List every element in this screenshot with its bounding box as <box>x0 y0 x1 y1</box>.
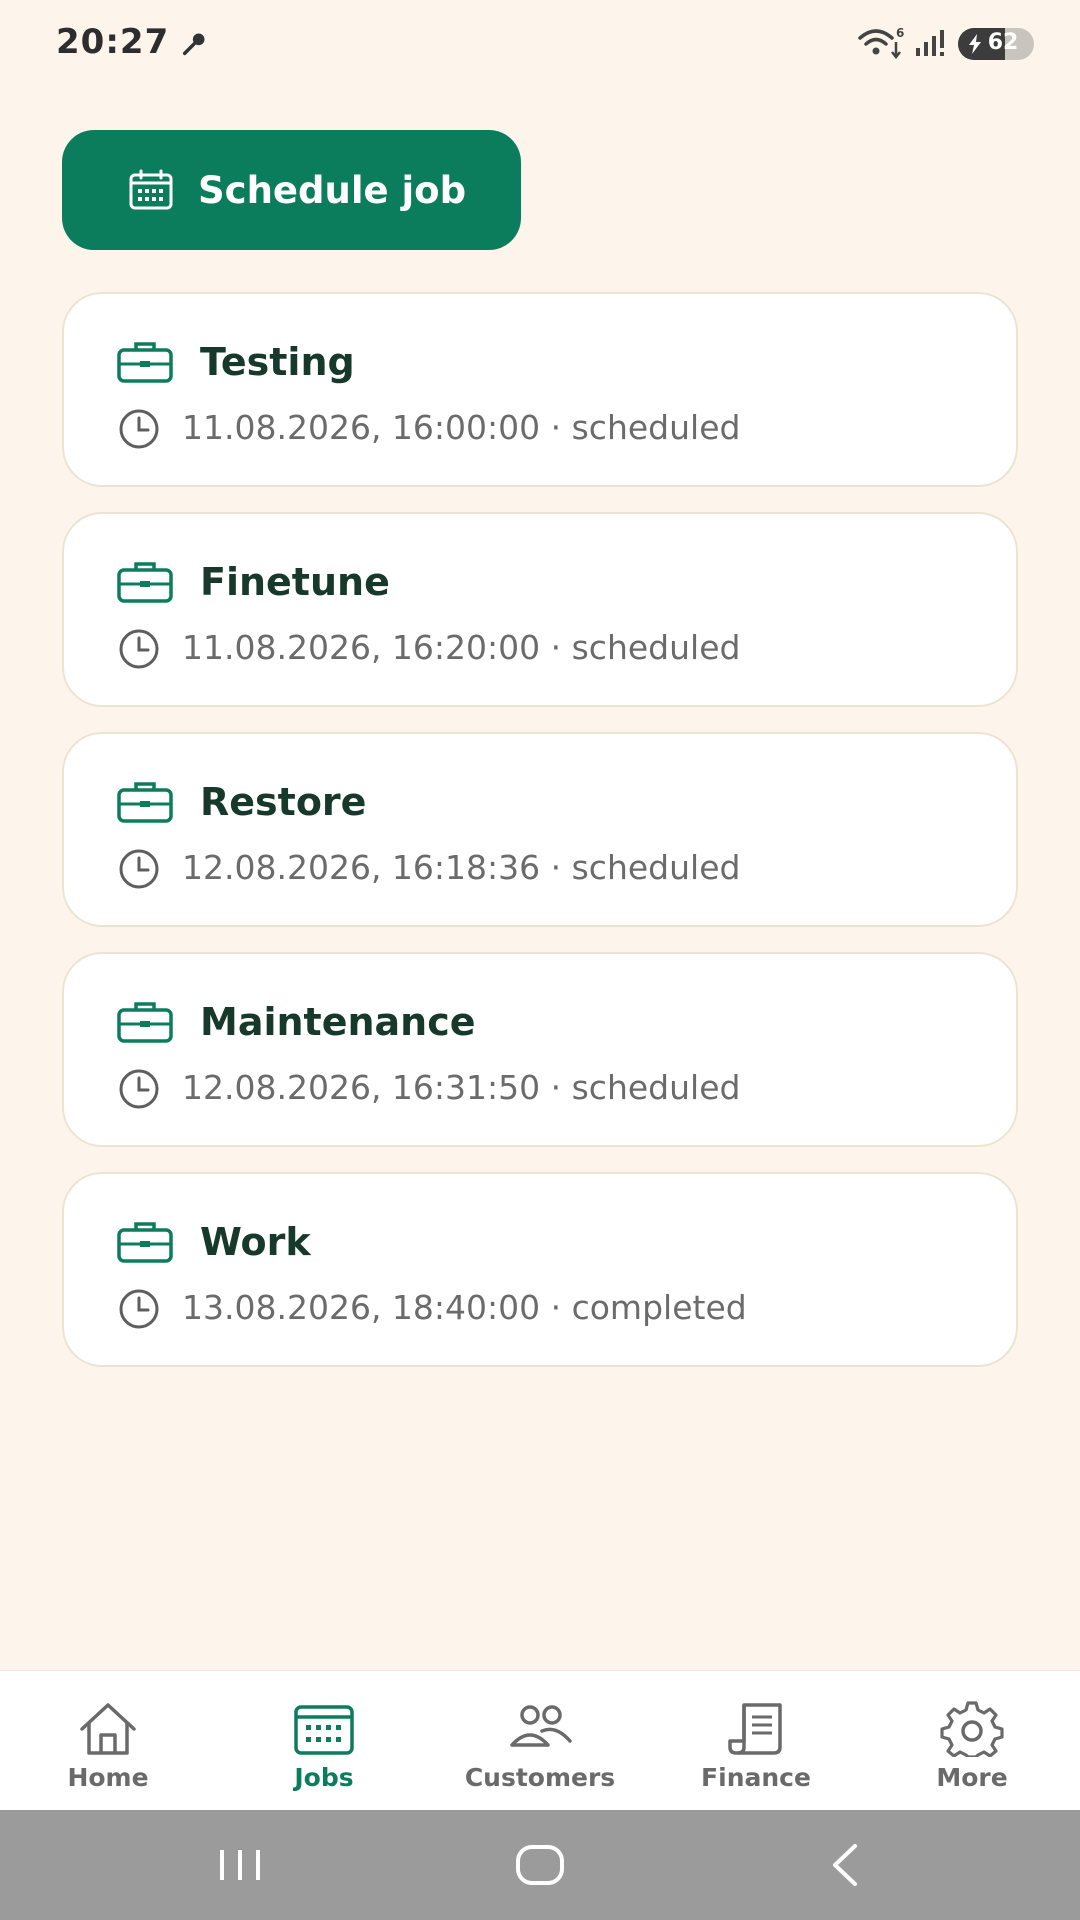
clock-icon <box>119 849 159 889</box>
nav-label-finance: Finance <box>701 1763 811 1792</box>
users-icon <box>510 1705 572 1747</box>
job-title: Finetune <box>200 560 390 604</box>
nav-label-jobs: Jobs <box>294 1763 354 1792</box>
job-schedule-meta: 12.08.2026, 16:31:50 · scheduled <box>182 1068 741 1107</box>
job-title: Work <box>200 1220 311 1264</box>
nav-item-finance[interactable]: Finance <box>648 1671 864 1810</box>
home-icon <box>80 1703 136 1755</box>
job-schedule-meta: 12.08.2026, 16:18:36 · scheduled <box>182 848 741 887</box>
schedule-job-button[interactable]: Schedule job <box>62 130 521 250</box>
system-navigation-bar <box>0 1810 1080 1920</box>
briefcase-icon <box>117 1222 173 1263</box>
clock-icon <box>119 409 159 449</box>
job-schedule-meta: 13.08.2026, 18:40:00 · completed <box>182 1288 747 1327</box>
nav-label-customers: Customers <box>464 1763 616 1792</box>
wifi-label: 6 <box>896 26 904 40</box>
gear-icon <box>940 1701 1004 1757</box>
schedule-job-label: Schedule job <box>198 168 467 212</box>
calendar-icon <box>294 1705 354 1755</box>
job-schedule-meta: 11.08.2026, 16:00:00 · scheduled <box>182 408 741 447</box>
job-title: Maintenance <box>200 1000 476 1044</box>
clock-icon <box>119 1289 159 1329</box>
nav-item-jobs[interactable]: Jobs <box>216 1671 432 1810</box>
briefcase-icon <box>117 342 173 383</box>
clock-icon <box>119 1069 159 1109</box>
receipt-icon <box>728 1703 782 1755</box>
nav-label-home: Home <box>67 1763 149 1792</box>
job-card[interactable]: Work 13.08.2026, 18:40:00 · completed <box>62 1172 1018 1367</box>
job-title: Restore <box>200 780 367 824</box>
job-card[interactable]: Testing 11.08.2026, 16:00:00 · scheduled <box>62 292 1018 487</box>
status-bar: 20:27 6 62 <box>0 0 1080 86</box>
nav-item-customers[interactable]: Customers <box>432 1671 648 1810</box>
nav-item-more[interactable]: More <box>864 1671 1080 1810</box>
app-screen: 20:27 6 62 Schedule job Testing 11.08.20… <box>0 0 1080 1920</box>
job-schedule-meta: 11.08.2026, 16:20:00 · scheduled <box>182 628 741 667</box>
wifi-icon: 6 <box>858 26 904 60</box>
clock-icon <box>119 629 159 669</box>
home-button-icon[interactable] <box>510 1840 570 1890</box>
status-time: 20:27 <box>56 22 170 62</box>
briefcase-icon <box>117 782 173 823</box>
job-card[interactable]: Restore 12.08.2026, 16:18:36 · scheduled <box>62 732 1018 927</box>
battery-level: 62 <box>987 30 1019 55</box>
battery-indicator: 62 <box>958 28 1034 60</box>
key-icon <box>182 33 205 56</box>
nav-item-home[interactable]: Home <box>0 1671 216 1810</box>
briefcase-icon <box>117 1002 173 1043</box>
briefcase-icon <box>117 562 173 603</box>
signal-icon <box>916 30 944 56</box>
bottom-navigation: Home Jobs Customers Finance More <box>0 1670 1080 1810</box>
back-icon[interactable] <box>815 1840 875 1890</box>
job-title: Testing <box>200 340 355 384</box>
nav-label-more: More <box>936 1763 1008 1792</box>
job-list: Testing 11.08.2026, 16:00:00 · scheduled F… <box>62 292 1018 1392</box>
job-card[interactable]: Finetune 11.08.2026, 16:20:00 · scheduled <box>62 512 1018 707</box>
calendar-icon <box>129 169 173 210</box>
job-card[interactable]: Maintenance 12.08.2026, 16:31:50 · schedu… <box>62 952 1018 1147</box>
recent-apps-icon[interactable] <box>210 1840 270 1890</box>
